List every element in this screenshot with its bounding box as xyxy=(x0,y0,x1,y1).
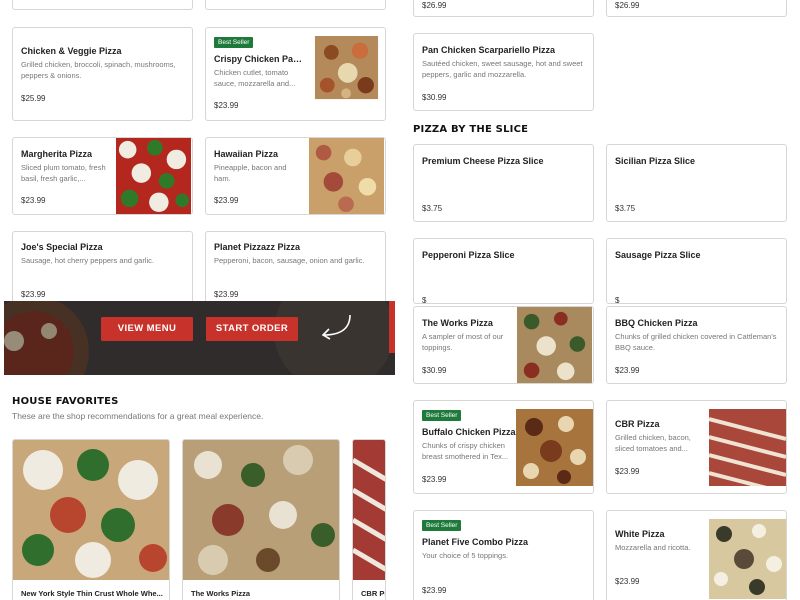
item-name: Sausage Pizza Slice xyxy=(615,250,701,260)
menu-card[interactable]: Best Seller Buffalo Chicken Pizza Chunks… xyxy=(413,400,594,494)
best-seller-badge: Best Seller xyxy=(422,410,462,421)
item-name: Premium Cheese Pizza Slice xyxy=(422,156,544,166)
item-description: Sliced plum tomato, fresh basil, fresh g… xyxy=(21,163,106,183)
item-price: $3.75 xyxy=(615,204,636,213)
pizza-photo xyxy=(353,440,385,580)
item-name: Planet Five Combo Pizza xyxy=(422,537,529,547)
item-price: $25.99 xyxy=(21,94,46,103)
house-favorites-title: HOUSE FAVORITES xyxy=(12,396,119,407)
item-price: $23.99 xyxy=(615,577,640,586)
pizza-thumbnail xyxy=(709,519,786,599)
item-description: Chunks of grilled chicken covered in Cat… xyxy=(615,332,777,352)
item-price: $ xyxy=(615,296,620,304)
pizza-thumbnail xyxy=(709,409,786,486)
item-name: Chicken & Veggie Pizza xyxy=(21,46,122,56)
curved-arrow-icon xyxy=(321,314,351,340)
house-favorites-subtitle: These are the shop recommendations for a… xyxy=(12,411,264,421)
pizza-thumbnail xyxy=(115,138,192,214)
item-price: $3.75 xyxy=(422,204,443,213)
item-description: Chicken cutlet, tomato sauce, mozzarella… xyxy=(214,68,296,88)
item-name: Planet Pizzazz Pizza xyxy=(214,242,301,252)
menu-card[interactable]: Hawaiian Pizza Pineapple, bacon and ham.… xyxy=(205,137,386,215)
item-price: $23.99 xyxy=(422,586,447,595)
pizza-photo xyxy=(13,440,169,580)
menu-card-partial[interactable]: $26.99 xyxy=(413,0,594,17)
slice-card[interactable]: Premium Cheese Pizza Slice $3.75 xyxy=(413,144,594,222)
favorite-name: New York Style Thin Crust Whole Whe... xyxy=(21,589,163,598)
pizza-photo xyxy=(183,440,339,580)
item-description: Sautéed chicken, sweet sausage, hot and … xyxy=(422,59,583,79)
item-description: A sampler of most of our toppings. xyxy=(422,332,504,352)
menu-card[interactable]: Joe's Special Pizza Sausage, hot cherry … xyxy=(12,231,193,311)
item-description: Pineapple, bacon and ham. xyxy=(214,163,287,183)
menu-card[interactable]: Margherita Pizza Sliced plum tomato, fre… xyxy=(12,137,193,215)
item-price: $23.99 xyxy=(214,290,239,299)
item-price: $23.99 xyxy=(214,196,239,205)
pizza-thumbnail xyxy=(314,36,379,100)
item-price: $23.99 xyxy=(21,290,46,299)
menu-card[interactable]: Chicken & Veggie Pizza Grilled chicken, … xyxy=(12,27,193,121)
item-name: White Pizza xyxy=(615,529,665,539)
item-price: $26.99 xyxy=(422,1,447,10)
item-price: $30.99 xyxy=(422,93,447,102)
item-name: Joe's Special Pizza xyxy=(21,242,103,252)
pizza-thumbnail xyxy=(516,409,593,486)
item-price: $23.99 xyxy=(422,475,447,484)
favorite-name: The Works Pizza xyxy=(191,589,251,598)
start-order-button[interactable]: START ORDER xyxy=(206,317,298,341)
item-name: Crispy Chicken Parm... xyxy=(214,54,304,64)
item-name: Pan Chicken Scarpariello Pizza xyxy=(422,45,556,55)
item-name: Pepperoni Pizza Slice xyxy=(422,250,515,260)
item-name: The Works Pizza xyxy=(422,318,493,328)
menu-card-partial[interactable] xyxy=(12,0,193,10)
item-price: $23.99 xyxy=(214,101,239,110)
item-price: $23.99 xyxy=(615,366,640,375)
menu-card-partial[interactable]: $26.99 xyxy=(606,0,787,17)
item-description: Chunks of crispy chicken breast smothere… xyxy=(422,441,509,461)
menu-card[interactable]: BBQ Chicken Pizza Chunks of grilled chic… xyxy=(606,306,787,384)
menu-card[interactable]: Pan Chicken Scarpariello Pizza Sautéed c… xyxy=(413,33,594,111)
item-price: $23.99 xyxy=(21,196,46,205)
item-price: $26.99 xyxy=(615,1,640,10)
item-description: Grilled chicken, bacon, sliced tomatoes … xyxy=(615,433,691,453)
hero-banner: VIEW MENU START ORDER xyxy=(4,301,395,375)
menu-card[interactable]: White Pizza Mozzarella and ricotta. $23.… xyxy=(606,510,787,600)
favorite-card[interactable]: New York Style Thin Crust Whole Whe... xyxy=(12,439,170,600)
item-description: Your choice of 5 toppings. xyxy=(422,551,509,560)
item-name: Sicilian Pizza Slice xyxy=(615,156,696,166)
pizza-thumbnail xyxy=(516,307,593,383)
pizza-by-the-slice-title: PIZZA BY THE SLICE xyxy=(413,124,529,135)
view-menu-button[interactable]: VIEW MENU xyxy=(101,317,193,341)
menu-card[interactable]: Best Seller Planet Five Combo Pizza Your… xyxy=(413,510,594,600)
menu-card-partial[interactable] xyxy=(205,0,386,10)
slice-card[interactable]: Sicilian Pizza Slice $3.75 xyxy=(606,144,787,222)
menu-card[interactable]: The Works Pizza A sampler of most of our… xyxy=(413,306,594,384)
favorite-card[interactable]: CBR Piz xyxy=(352,439,386,600)
best-seller-badge: Best Seller xyxy=(214,37,254,48)
item-price: $ xyxy=(422,296,427,304)
item-name: BBQ Chicken Pizza xyxy=(615,318,698,328)
menu-card[interactable]: Planet Pizzazz Pizza Pepperoni, bacon, s… xyxy=(205,231,386,311)
item-name: CBR Pizza xyxy=(615,419,660,429)
item-description: Mozzarella and ricotta. xyxy=(615,543,691,552)
best-seller-badge: Best Seller xyxy=(422,520,462,531)
favorite-card[interactable]: The Works Pizza xyxy=(182,439,340,600)
slice-card[interactable]: Pepperoni Pizza Slice $ xyxy=(413,238,594,304)
item-name: Buffalo Chicken Pizza xyxy=(422,427,516,437)
item-description: Grilled chicken, broccoli, spinach, mush… xyxy=(21,60,176,80)
favorite-name: CBR Piz xyxy=(361,589,385,598)
menu-card[interactable]: CBR Pizza Grilled chicken, bacon, sliced… xyxy=(606,400,787,494)
item-name: Hawaiian Pizza xyxy=(214,149,279,159)
pizza-thumbnail xyxy=(308,138,385,214)
menu-card[interactable]: Best Seller Crispy Chicken Parm... Chick… xyxy=(205,27,386,121)
item-name: Margherita Pizza xyxy=(21,149,93,159)
item-price: $30.99 xyxy=(422,366,447,375)
item-description: Sausage, hot cherry peppers and garlic. xyxy=(21,256,154,265)
item-description: Pepperoni, bacon, sausage, onion and gar… xyxy=(214,256,365,265)
item-price: $23.99 xyxy=(615,467,640,476)
slice-card[interactable]: Sausage Pizza Slice $ xyxy=(606,238,787,304)
